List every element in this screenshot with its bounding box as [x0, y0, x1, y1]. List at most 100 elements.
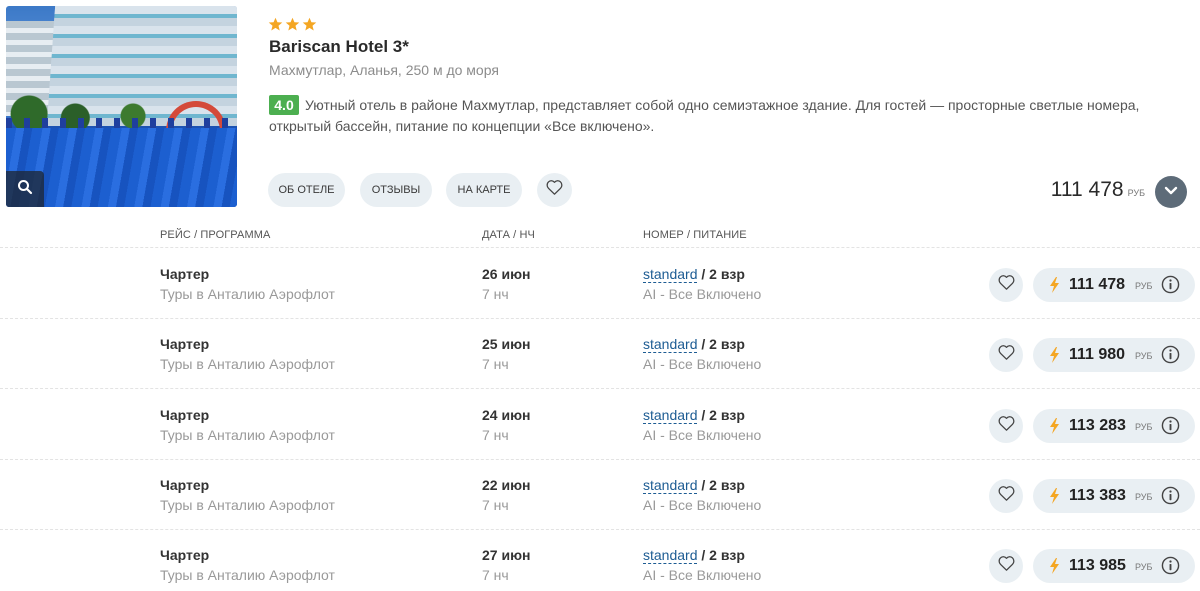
- tour-program: Туры в Анталию Аэрофлот: [160, 427, 335, 443]
- star-icon: [268, 17, 283, 37]
- offer-price: 113 283: [1069, 417, 1126, 434]
- book-price-button[interactable]: 111 478 РУБ: [1033, 268, 1195, 302]
- hotel-name[interactable]: Bariscan Hotel 3*: [269, 37, 409, 57]
- photo-zoom-button[interactable]: [6, 171, 44, 207]
- nights-count: 7 нч: [482, 356, 509, 372]
- guests: / 2 взр: [697, 407, 745, 423]
- book-price-button[interactable]: 113 985 РУБ: [1033, 549, 1195, 583]
- guests: / 2 взр: [697, 547, 745, 563]
- room-type-link[interactable]: standard: [643, 547, 698, 564]
- room-guests: standard / 2 взр: [643, 266, 745, 283]
- offer-currency: РУБ: [1135, 351, 1153, 361]
- book-price-button[interactable]: 113 383 РУБ: [1033, 479, 1195, 513]
- heart-icon: [998, 275, 1015, 295]
- nights-count: 7 нч: [482, 497, 509, 513]
- search-icon: [17, 179, 33, 200]
- meal-plan: AI - Все Включено: [643, 497, 762, 513]
- offer-currency: РУБ: [1135, 562, 1153, 572]
- flight-type: Чартер: [160, 266, 210, 282]
- hotel-description: Уютный отель в районе Махмутлар, предста…: [269, 97, 1140, 134]
- star-icon: [285, 17, 300, 37]
- nights-count: 7 нч: [482, 567, 509, 583]
- meal-plan: AI - Все Включено: [643, 567, 762, 583]
- flight-type: Чартер: [160, 336, 210, 352]
- departure-date: 26 июн: [482, 266, 531, 282]
- book-price-button[interactable]: 111 980 РУБ: [1033, 338, 1195, 372]
- header-date: ДАТА / НЧ: [482, 229, 535, 241]
- offer-row: Чартер Туры в Анталию Аэрофлот 26 июн 7 …: [0, 249, 1200, 319]
- offer-price: 113 383: [1069, 487, 1126, 504]
- meal-plan: AI - Все Включено: [643, 356, 762, 372]
- info-icon[interactable]: [1161, 556, 1180, 580]
- offer-row: Чартер Туры в Анталию Аэрофлот 22 июн 7 …: [0, 460, 1200, 530]
- tour-program: Туры в Анталию Аэрофлот: [160, 286, 335, 302]
- hotel-location: Махмутлар, Аланья, 250 м до моря: [269, 62, 499, 78]
- star-icon: [302, 17, 317, 37]
- offer-row: Чартер Туры в Анталию Аэрофлот 24 июн 7 …: [0, 390, 1200, 460]
- hotel-photo[interactable]: [6, 6, 237, 207]
- lightning-icon: [1049, 558, 1060, 579]
- on-map-button[interactable]: НА КАРТЕ: [446, 173, 522, 207]
- offer-row: Чартер Туры в Анталию Аэрофлот 25 июн 7 …: [0, 319, 1200, 389]
- expand-offers-button[interactable]: [1155, 176, 1187, 208]
- offer-row: Чартер Туры в Анталию Аэрофлот 27 июн 7 …: [0, 530, 1200, 591]
- departure-date: 27 июн: [482, 547, 531, 563]
- departure-date: 25 июн: [482, 336, 531, 352]
- info-icon[interactable]: [1161, 275, 1180, 299]
- tour-program: Туры в Анталию Аэрофлот: [160, 567, 335, 583]
- header-room: НОМЕР / ПИТАНИЕ: [643, 229, 747, 241]
- room-type-link[interactable]: standard: [643, 407, 698, 424]
- offer-currency: РУБ: [1135, 281, 1153, 291]
- departure-date: 22 июн: [482, 477, 531, 493]
- header-flight: РЕЙС / ПРОГРАММА: [160, 229, 271, 241]
- lightning-icon: [1049, 347, 1060, 368]
- guests: / 2 взр: [697, 336, 745, 352]
- flight-type: Чартер: [160, 407, 210, 423]
- favorite-offer-button[interactable]: [989, 549, 1023, 583]
- heart-icon: [546, 180, 563, 200]
- room-type-link[interactable]: standard: [643, 266, 698, 283]
- favorite-offer-button[interactable]: [989, 409, 1023, 443]
- meal-plan: AI - Все Включено: [643, 427, 762, 443]
- hotel-stars: [268, 17, 317, 37]
- offers-table-header: РЕЙС / ПРОГРАММА ДАТА / НЧ НОМЕР / ПИТАН…: [0, 228, 1200, 248]
- info-icon[interactable]: [1161, 416, 1180, 440]
- room-type-link[interactable]: standard: [643, 336, 698, 353]
- min-price-value: 111 478: [1050, 178, 1124, 201]
- room-guests: standard / 2 взр: [643, 407, 745, 424]
- meal-plan: AI - Все Включено: [643, 286, 762, 302]
- lightning-icon: [1049, 277, 1060, 298]
- favorite-offer-button[interactable]: [989, 338, 1023, 372]
- reviews-button[interactable]: ОТЗЫВЫ: [360, 173, 432, 207]
- book-price-button[interactable]: 113 283 РУБ: [1033, 409, 1195, 443]
- favorite-hotel-button[interactable]: [537, 173, 572, 207]
- guests: / 2 взр: [697, 266, 745, 282]
- room-guests: standard / 2 взр: [643, 336, 745, 353]
- heart-icon: [998, 556, 1015, 576]
- offer-currency: РУБ: [1135, 422, 1153, 432]
- about-hotel-button[interactable]: ОБ ОТЕЛЕ: [268, 173, 345, 207]
- nights-count: 7 нч: [482, 286, 509, 302]
- lightning-icon: [1049, 488, 1060, 509]
- nights-count: 7 нч: [482, 427, 509, 443]
- lightning-icon: [1049, 418, 1060, 439]
- heart-icon: [998, 345, 1015, 365]
- room-guests: standard / 2 взр: [643, 547, 745, 564]
- rating-badge: 4.0: [269, 95, 299, 115]
- room-type-link[interactable]: standard: [643, 477, 698, 494]
- flight-type: Чартер: [160, 477, 210, 493]
- guests: / 2 взр: [697, 477, 745, 493]
- room-guests: standard / 2 взр: [643, 477, 745, 494]
- tour-program: Туры в Анталию Аэрофлот: [160, 356, 335, 372]
- favorite-offer-button[interactable]: [989, 268, 1023, 302]
- offer-price: 111 980: [1069, 346, 1126, 363]
- favorite-offer-button[interactable]: [989, 479, 1023, 513]
- info-icon[interactable]: [1161, 486, 1180, 510]
- offer-price: 113 985: [1069, 557, 1126, 574]
- departure-date: 24 июн: [482, 407, 531, 423]
- heart-icon: [998, 416, 1015, 436]
- heart-icon: [998, 486, 1015, 506]
- offer-price: 111 478: [1069, 276, 1126, 293]
- info-icon[interactable]: [1161, 345, 1180, 369]
- min-price: 111 478 РУБ: [1051, 178, 1145, 202]
